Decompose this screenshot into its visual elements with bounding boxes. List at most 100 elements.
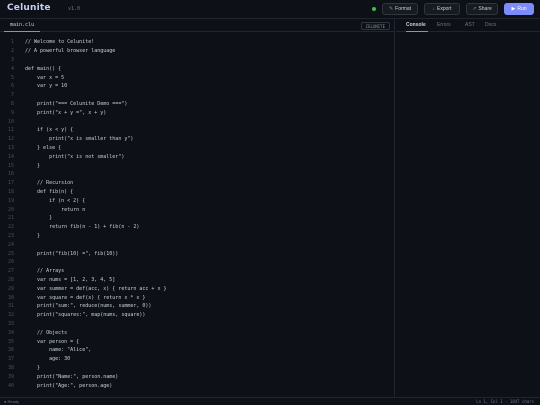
line-number: 19 [7, 197, 14, 204]
run-button[interactable]: ▶ Run [504, 3, 534, 15]
code-line: 6 var y = 10 [0, 82, 395, 91]
line-number: 34 [7, 329, 14, 336]
code-text: } [25, 215, 53, 222]
code-line: 28 var nums = [1, 2, 3, 4, 5] [0, 276, 395, 285]
code-line: 37 age: 30 [0, 355, 395, 364]
code-text: name: "Alice", [25, 347, 92, 354]
code-text: if (x < y) { [25, 127, 74, 134]
line-number: 32 [7, 312, 14, 319]
code-text: print("x is not smaller") [25, 153, 125, 160]
tab-docs[interactable]: Docs [485, 19, 497, 32]
code-text: var square = def(x) { return x * x } [25, 294, 146, 301]
line-number: 14 [7, 153, 14, 160]
code-line: 16 [0, 170, 395, 179]
code-text: print("squares:", map(nums, square)) [25, 312, 146, 319]
code-line: 21 } [0, 214, 395, 223]
code-text: print("x + y =", x + y) [25, 109, 107, 116]
code-line: 4 def main() { [0, 64, 395, 73]
line-number: 38 [7, 364, 14, 371]
export-button[interactable]: ↓ Export [424, 3, 460, 15]
code-text: // Arrays [25, 268, 65, 275]
line-number: 33 [7, 320, 14, 327]
code-line: 1 // Welcome to Celunite! [0, 38, 395, 47]
code-line: 15 } [0, 161, 395, 170]
code-line: 26 [0, 258, 395, 267]
code-text: print("sum:", reduce(nums, summer, 0)) [25, 303, 152, 310]
top-bar: Celunite v1.0 ✎ Format ↓ Export ↗ Share … [0, 0, 540, 19]
code-line: 32 print("squares:", map(nums, square)) [0, 311, 395, 320]
line-number: 16 [7, 171, 14, 178]
share-button-label: Share [478, 6, 492, 12]
code-text: if (n < 2) { [25, 197, 86, 204]
code-line: 24 [0, 240, 395, 249]
line-number: 7 [10, 92, 14, 99]
code-line: 19 if (n < 2) { [0, 196, 395, 205]
line-number: 24 [7, 241, 14, 248]
line-number: 37 [7, 356, 14, 363]
code-line: 29 var summer = def(acc, x) { return acc… [0, 284, 395, 293]
code-text: } [25, 162, 41, 169]
code-text: } [25, 232, 41, 239]
code-text: def main() { [25, 65, 62, 72]
output-panel: Console Errors AST Docs [396, 19, 540, 397]
code-line: 17 // Recursion [0, 179, 395, 188]
code-text: print("=== Celunite Demo ===") [25, 100, 128, 107]
code-text: print("fib(10) =", fib(10)) [25, 250, 119, 257]
code-text: age: 30 [25, 356, 71, 363]
line-number: 30 [7, 294, 14, 301]
line-number: 36 [7, 347, 14, 354]
line-number: 27 [7, 268, 14, 275]
code-line: 3 [0, 56, 395, 65]
code-line: 22 return fib(n - 1) + fib(n - 2) [0, 223, 395, 232]
code-line: 31 print("sum:", reduce(nums, summer, 0)… [0, 302, 395, 311]
line-number: 31 [7, 303, 14, 310]
code-line: 14 print("x is not smaller") [0, 152, 395, 161]
format-button[interactable]: ✎ Format [382, 3, 418, 15]
code-line: 33 [0, 320, 395, 329]
code-line: 8 print("=== Celunite Demo ===") [0, 100, 395, 109]
code-text: // A powerful browser language [25, 48, 116, 55]
tab-console[interactable]: Console [406, 19, 428, 32]
line-number: 12 [7, 136, 14, 143]
code-text: print("Name:", person.name) [25, 373, 119, 380]
code-line: 27 // Arrays [0, 267, 395, 276]
code-text: var person = { [25, 338, 80, 345]
format-icon: ✎ [388, 6, 394, 12]
code-text: var nums = [1, 2, 3, 4, 5] [25, 276, 116, 283]
share-button[interactable]: ↗ Share [466, 3, 498, 15]
code-line: 25 print("fib(10) =", fib(10)) [0, 249, 395, 258]
code-line: 12 print("x is smaller than y") [0, 135, 395, 144]
code-line: 34 // Objects [0, 328, 395, 337]
panel-tab-bar: Console Errors AST Docs [396, 19, 540, 32]
code-line: 7 [0, 91, 395, 100]
line-number: 5 [10, 74, 14, 81]
line-number: 1 [10, 39, 14, 46]
download-icon: ↓ [432, 6, 436, 12]
code-line: 30 var square = def(x) { return x * x } [0, 293, 395, 302]
code-text: } [25, 364, 41, 371]
code-area[interactable]: 1 // Welcome to Celunite! 2 // A powerful b… [0, 38, 395, 396]
tab-ast[interactable]: AST [465, 19, 475, 32]
code-line: 38 } [0, 364, 395, 373]
line-number: 29 [7, 285, 14, 292]
editor-tab-bar: main.clu CELUNITE [0, 19, 395, 32]
code-line: 2 // A powerful browser language [0, 47, 395, 56]
line-number: 35 [7, 338, 14, 345]
line-number: 10 [7, 118, 14, 125]
code-text: print("Age:", person.age) [25, 382, 113, 389]
code-line: 5 var x = 5 [0, 73, 395, 82]
line-number: 25 [7, 250, 14, 257]
code-text: // Objects [25, 329, 68, 336]
code-line: 13 } else { [0, 144, 395, 153]
line-number: 4 [10, 65, 14, 72]
code-line: 20 return n [0, 205, 395, 214]
line-number: 28 [7, 276, 14, 283]
line-number: 23 [7, 232, 14, 239]
line-number: 15 [7, 162, 14, 169]
line-number: 9 [10, 109, 14, 116]
code-text: def fib(n) { [25, 188, 74, 195]
file-tab-main[interactable]: main.clu [4, 19, 41, 32]
cursor-position: Ln 1, Col 1 · 1047 chars [476, 399, 534, 404]
tab-errors[interactable]: Errors [437, 19, 455, 32]
code-text: var x = 5 [25, 74, 65, 81]
